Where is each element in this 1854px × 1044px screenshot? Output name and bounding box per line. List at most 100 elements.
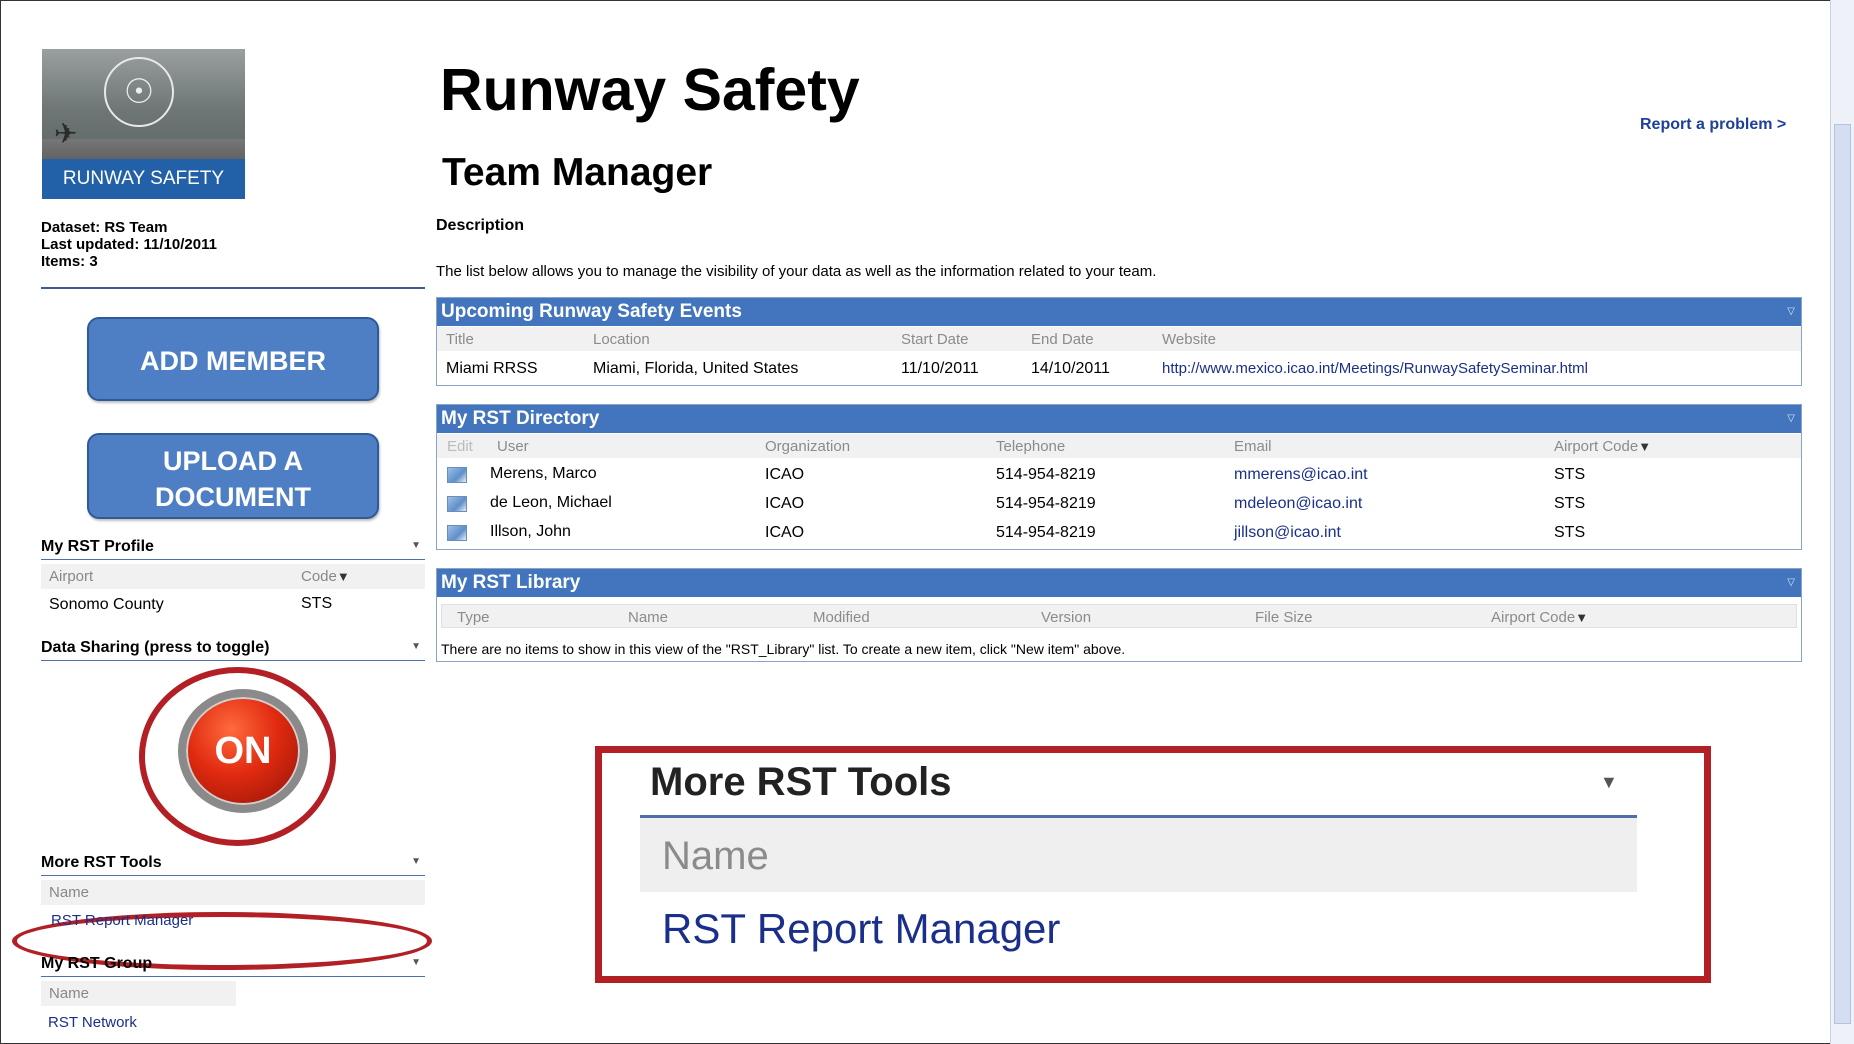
group-webpart-header[interactable]: My RST Group ▼ [41, 955, 425, 977]
directory-airport-code: STS [1554, 495, 1586, 512]
airplane-icon: ✈ [54, 118, 78, 149]
group-heading: My RST Group [41, 955, 153, 972]
data-sharing-header[interactable]: Data Sharing (press to toggle) ▼ [41, 639, 425, 661]
report-problem-link[interactable]: Report a problem > [1640, 116, 1786, 134]
vertical-scrollbar[interactable] [1830, 0, 1854, 1044]
toggle-label: ON [214, 730, 272, 772]
callout-column-header [640, 818, 1637, 892]
events-col-location[interactable]: Location [593, 331, 650, 348]
profile-col-airport[interactable]: Airport [49, 568, 93, 585]
events-col-title[interactable]: Title [446, 331, 474, 348]
profile-code-value: STS [301, 595, 333, 612]
library-panel-header[interactable]: My RST Library ▽ [437, 569, 1801, 597]
event-title: Miami RRSS [446, 360, 538, 377]
add-member-label: ADD MEMBER [140, 346, 326, 376]
directory-col-airport-code[interactable]: Airport Code▼ [1554, 438, 1651, 455]
event-location: Miami, Florida, United States [593, 360, 799, 377]
more-tools-heading: More RST Tools [41, 854, 162, 871]
edit-icon[interactable] [447, 525, 467, 541]
upload-document-button[interactable]: UPLOAD A DOCUMENT [87, 433, 379, 519]
filter-icon[interactable]: ▼ [1638, 439, 1651, 454]
dropdown-arrow-icon: ▼ [1600, 772, 1618, 792]
dropdown-arrow-icon[interactable]: ▼ [411, 540, 421, 551]
library-col-airport-code-label: Airport Code [1491, 609, 1576, 626]
logo-band: RUNWAY SAFETY [42, 159, 245, 199]
filter-icon[interactable]: ▼ [337, 569, 350, 584]
dataset-item-count: Items: 3 [41, 253, 98, 270]
edit-icon[interactable] [447, 496, 467, 512]
page-subtitle: Team Manager [442, 151, 713, 194]
icao-emblem-icon: ☉ [104, 57, 174, 127]
events-col-start-date[interactable]: Start Date [901, 331, 969, 348]
directory-col-organization[interactable]: Organization [765, 438, 850, 455]
events-panel-header[interactable]: Upcoming Runway Safety Events ▽ [437, 298, 1801, 326]
profile-col-code-label: Code [301, 568, 337, 585]
event-website-link[interactable]: http://www.mexico.icao.int/Meetings/Runw… [1162, 360, 1588, 377]
description-text: The list below allows you to manage the … [436, 263, 1157, 280]
library-panel: My RST Library ▽ Type Name Modified Vers… [436, 568, 1802, 662]
library-col-name[interactable]: Name [628, 609, 668, 626]
dataset-name: Dataset: RS Team [41, 219, 168, 236]
dataset-last-updated: Last updated: 11/10/2011 [41, 236, 217, 253]
dataset-info: Dataset: RS Team Last updated: 11/10/201… [41, 219, 217, 270]
add-member-button[interactable]: ADD MEMBER [87, 317, 379, 401]
events-panel: Upcoming Runway Safety Events ▽ Title Lo… [436, 297, 1802, 386]
upload-label-line1: UPLOAD A [163, 446, 303, 476]
directory-col-telephone[interactable]: Telephone [996, 438, 1065, 455]
dropdown-arrow-icon[interactable]: ▼ [411, 641, 421, 652]
filter-icon[interactable]: ▼ [1575, 610, 1588, 625]
callout-col-name: Name [662, 834, 769, 878]
profile-col-code[interactable]: Code▼ [301, 568, 350, 585]
page-title: Runway Safety [440, 57, 860, 123]
directory-col-email[interactable]: Email [1234, 438, 1272, 455]
tools-column-header [41, 880, 425, 905]
profile-webpart-header[interactable]: My RST Profile ▼ [41, 538, 425, 560]
directory-organization: ICAO [765, 495, 805, 512]
dropdown-arrow-icon[interactable]: ▼ [411, 957, 421, 968]
directory-organization: ICAO [765, 466, 805, 483]
left-divider [41, 287, 425, 289]
library-col-modified[interactable]: Modified [813, 609, 870, 626]
events-title: Upcoming Runway Safety Events [441, 301, 742, 322]
directory-col-airport-code-label: Airport Code [1554, 438, 1639, 455]
directory-panel: My RST Directory ▽ Edit User Organizatio… [436, 404, 1802, 550]
directory-user: Merens, Marco [490, 465, 597, 482]
tools-col-name[interactable]: Name [49, 884, 89, 901]
library-col-airport-code[interactable]: Airport Code▼ [1491, 609, 1588, 626]
dropdown-arrow-icon[interactable]: ▽ [1787, 405, 1795, 433]
more-tools-header[interactable]: More RST Tools ▼ [41, 854, 425, 876]
events-col-end-date[interactable]: End Date [1031, 331, 1094, 348]
events-col-website[interactable]: Website [1162, 331, 1216, 348]
callout-heading: More RST Tools [650, 760, 952, 804]
group-col-name[interactable]: Name [49, 985, 89, 1002]
directory-telephone: 514-954-8219 [996, 495, 1096, 512]
library-col-version[interactable]: Version [1041, 609, 1091, 626]
data-sharing-toggle-button[interactable]: ON [178, 689, 308, 813]
directory-airport-code: STS [1554, 466, 1586, 483]
library-title: My RST Library [441, 572, 581, 593]
rst-network-link[interactable]: RST Network [48, 1014, 137, 1031]
scrollbar-thumb[interactable] [1834, 124, 1851, 1024]
directory-email-link[interactable]: mmerens@icao.int [1234, 466, 1368, 484]
dropdown-arrow-icon[interactable]: ▽ [1787, 569, 1795, 597]
directory-user: Illson, John [490, 523, 571, 540]
library-col-file-size[interactable]: File Size [1255, 609, 1313, 626]
edit-icon[interactable] [447, 467, 467, 483]
directory-telephone: 514-954-8219 [996, 466, 1096, 483]
directory-email-link[interactable]: mdeleon@icao.int [1234, 495, 1362, 513]
event-end-date: 14/10/2011 [1031, 360, 1110, 377]
directory-organization: ICAO [765, 524, 805, 541]
data-sharing-heading: Data Sharing (press to toggle) [41, 639, 270, 656]
directory-panel-header[interactable]: My RST Directory ▽ [437, 405, 1801, 433]
directory-title: My RST Directory [441, 408, 600, 429]
directory-email-link[interactable]: jillson@icao.int [1234, 524, 1341, 542]
library-col-type[interactable]: Type [457, 609, 490, 626]
rst-report-manager-link[interactable]: RST Report Manager [51, 912, 193, 929]
dropdown-arrow-icon[interactable]: ▼ [411, 856, 421, 867]
library-empty-message: There are no items to show in this view … [441, 641, 1126, 657]
dropdown-arrow-icon[interactable]: ▽ [1787, 298, 1795, 326]
event-start-date: 11/10/2011 [901, 360, 979, 377]
description-label: Description [436, 217, 525, 234]
callout-report-manager-link[interactable]: RST Report Manager [662, 905, 1060, 953]
directory-col-user[interactable]: User [497, 438, 529, 455]
